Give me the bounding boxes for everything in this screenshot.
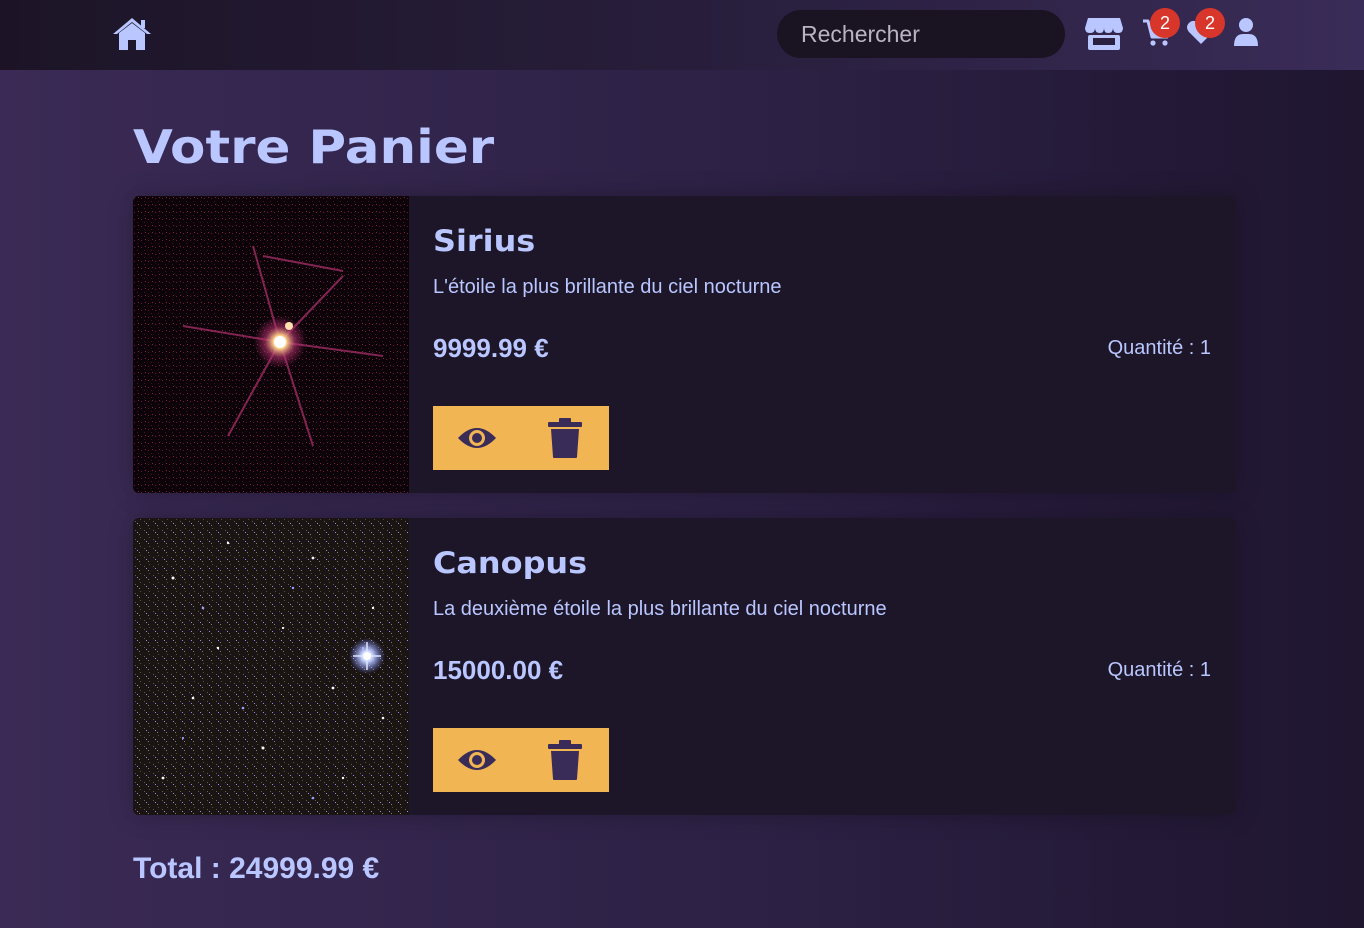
product-image-canopus (133, 518, 409, 815)
navbar: 2 2 (0, 0, 1364, 70)
product-actions (433, 406, 609, 470)
trash-icon (548, 740, 582, 780)
cart-item: Sirius L'étoile la plus brillante du cie… (133, 196, 1236, 493)
remove-product-button[interactable] (521, 406, 609, 470)
product-description: La deuxième étoile la plus brillante du … (433, 598, 887, 620)
product-description: L'étoile la plus brillante du ciel noctu… (433, 276, 782, 298)
product-price: 15000.00 € (433, 655, 564, 685)
view-product-button[interactable] (433, 406, 521, 470)
eye-icon (458, 428, 496, 448)
page-title: Votre Panier (133, 120, 495, 174)
cart-button[interactable]: 2 (1140, 8, 1180, 50)
trash-icon (548, 418, 582, 458)
product-image-sirius (133, 196, 409, 493)
home-icon (113, 18, 151, 50)
search-input[interactable] (777, 10, 1065, 58)
user-icon (1234, 18, 1258, 46)
view-product-button[interactable] (433, 728, 521, 792)
home-button[interactable] (110, 14, 154, 54)
remove-product-button[interactable] (521, 728, 609, 792)
store-button[interactable] (1083, 14, 1125, 54)
store-icon (1085, 18, 1123, 50)
cart-item: Canopus La deuxième étoile la plus brill… (133, 518, 1236, 815)
account-button[interactable] (1232, 14, 1260, 50)
favorites-button[interactable]: 2 (1184, 8, 1225, 50)
product-name: Canopus (433, 546, 588, 580)
cart-count-badge: 2 (1150, 8, 1180, 38)
product-actions (433, 728, 609, 792)
product-quantity: Quantité : 1 (1107, 659, 1211, 681)
product-price: 9999.99 € (433, 333, 549, 363)
favorites-count-badge: 2 (1195, 8, 1225, 38)
product-quantity: Quantité : 1 (1107, 337, 1211, 359)
cart-total: Total : 24999.99 € (133, 852, 380, 885)
eye-icon (458, 750, 496, 770)
product-name: Sirius (433, 224, 536, 258)
